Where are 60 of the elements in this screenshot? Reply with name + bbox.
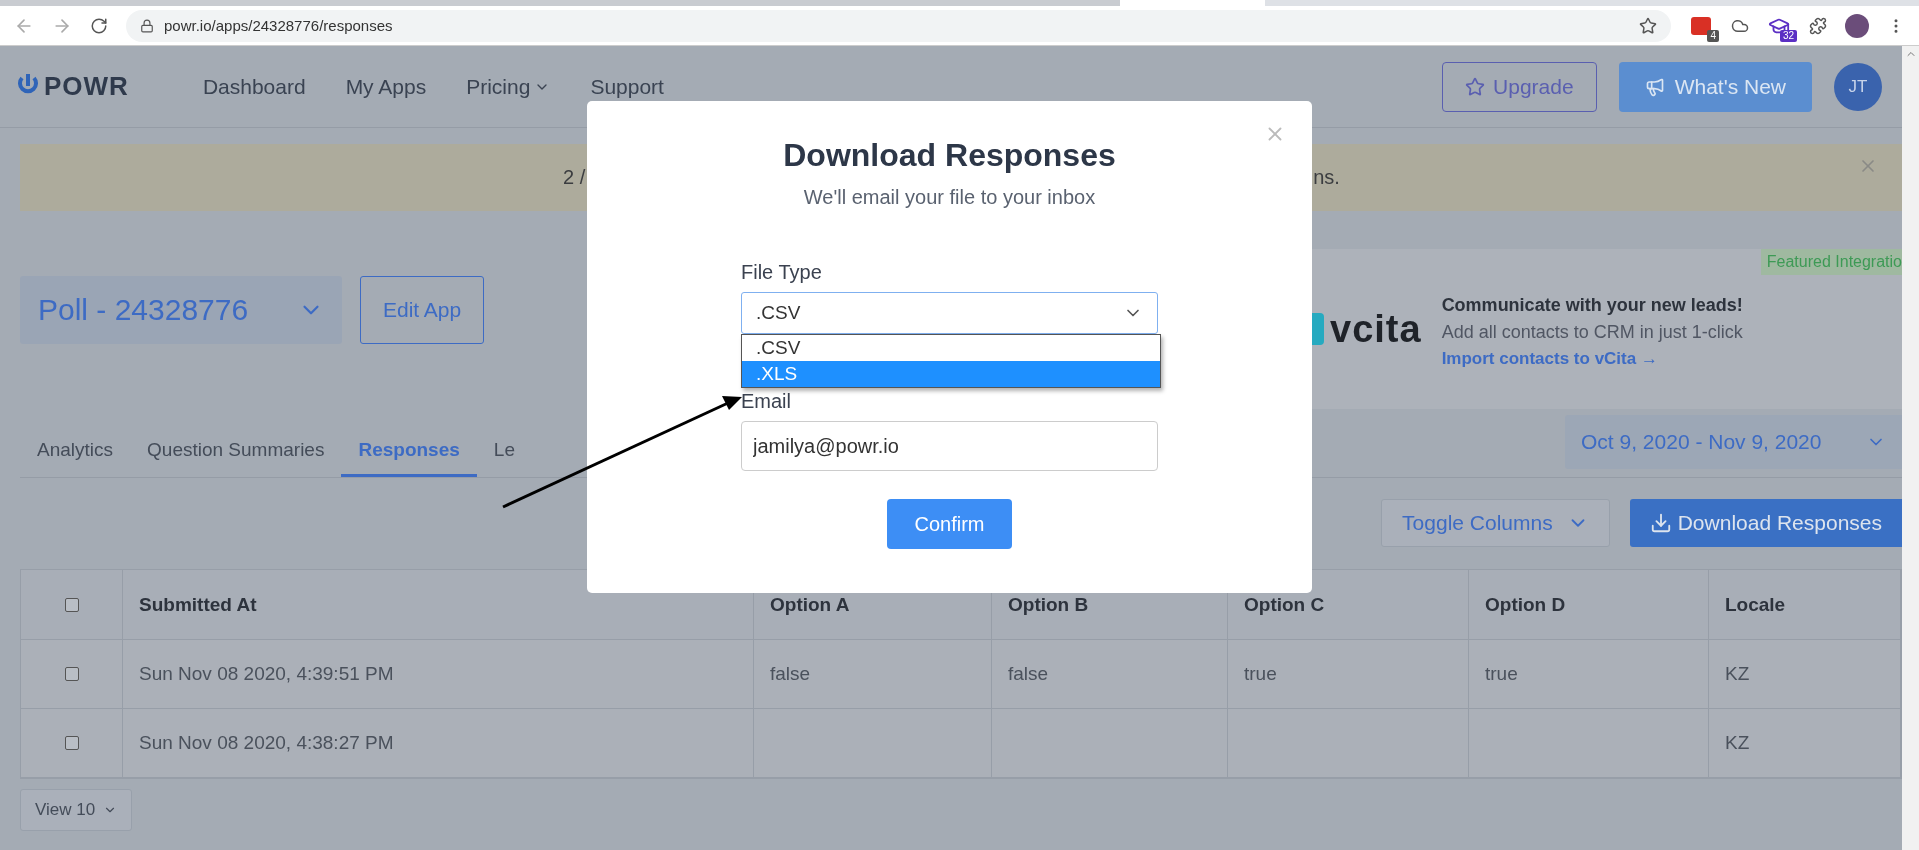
tab[interactable]: Question Summaries [130, 431, 342, 477]
confirm-button[interactable]: Confirm [887, 499, 1012, 549]
column-header: Locale [1709, 570, 1901, 640]
page-size-select[interactable]: View 10 [20, 789, 133, 831]
tab[interactable]: Le [476, 431, 532, 477]
profile-avatar[interactable] [1845, 13, 1869, 38]
address-bar[interactable]: powr.io/apps/24328776/responses [126, 9, 1671, 42]
download-icon [1649, 512, 1672, 534]
table-cell: KZ [1709, 640, 1901, 709]
checkbox[interactable] [64, 736, 79, 750]
nav-link[interactable]: Dashboard [202, 74, 306, 99]
import-link[interactable]: Import contacts to vCita → [1441, 349, 1743, 369]
extension-icon[interactable] [1691, 16, 1711, 35]
toggle-columns-button[interactable]: Toggle Columns [1381, 499, 1610, 547]
app-selector[interactable]: Poll - 24328776 [20, 276, 342, 344]
logo-text: POWR [44, 71, 129, 102]
vcita-logo-text: vcita [1330, 307, 1422, 351]
edit-app-button[interactable]: Edit App [360, 276, 485, 344]
table-cell: Sun Nov 08 2020, 4:39:51 PM [123, 640, 754, 709]
table-cell: KZ [1709, 709, 1901, 778]
lock-icon [140, 18, 154, 33]
modal-title: Download Responses [783, 137, 1116, 174]
modal-subtitle: We'll email your file to your inbox [803, 186, 1096, 209]
field-label: Email [741, 390, 792, 413]
table-cell: false [754, 640, 992, 709]
file-type-select[interactable]: .CSV [741, 292, 1158, 334]
user-avatar[interactable]: JT [1834, 62, 1882, 111]
dropdown-option[interactable]: .XLS [742, 361, 1160, 387]
banner-text: 2 / [563, 166, 586, 189]
download-responses-button[interactable]: Download Responses [1629, 499, 1902, 547]
date-range-picker[interactable]: Oct 9, 2020 - Nov 9, 2020 [1565, 415, 1902, 469]
dropdown-option[interactable]: .CSV [742, 335, 1160, 361]
email-input[interactable]: jamilya@powr.io [741, 421, 1158, 471]
star-icon[interactable] [1639, 16, 1657, 35]
extension-badge: 4 [1707, 29, 1719, 42]
star-icon [1465, 76, 1486, 97]
table-cell: true [1228, 640, 1469, 709]
table-cell: Sun Nov 08 2020, 4:38:27 PM [123, 709, 754, 778]
upgrade-button[interactable]: Upgrade [1442, 61, 1597, 112]
column-header: Option D [1469, 570, 1709, 640]
url-text: powr.io/apps/24328776/responses [164, 17, 393, 34]
tab[interactable]: Analytics [20, 431, 131, 477]
card-heading: Communicate with your new leads! [1441, 295, 1743, 316]
whats-new-button[interactable]: What's New [1618, 61, 1812, 112]
field-label: File Type [741, 261, 823, 284]
featured-badge: Featured Integratio [1760, 249, 1902, 275]
table-cell: false [992, 640, 1228, 709]
megaphone-icon [1644, 76, 1665, 97]
checkbox[interactable] [64, 667, 79, 681]
nav-link[interactable]: My Apps [345, 74, 427, 99]
nav-link[interactable]: Pricing [466, 74, 551, 99]
reload-icon[interactable] [90, 16, 108, 35]
extensions-icon[interactable] [1809, 16, 1827, 35]
table-cell: true [1469, 640, 1709, 709]
tab[interactable]: Responses [341, 431, 477, 477]
nav-link[interactable]: Support [590, 74, 664, 99]
extension-badge: 32 [1779, 29, 1797, 42]
checkbox[interactable] [64, 597, 79, 612]
banner-text: ns. [1313, 166, 1340, 189]
card-text: Add all contacts to CRM in just 1-click [1441, 322, 1743, 343]
